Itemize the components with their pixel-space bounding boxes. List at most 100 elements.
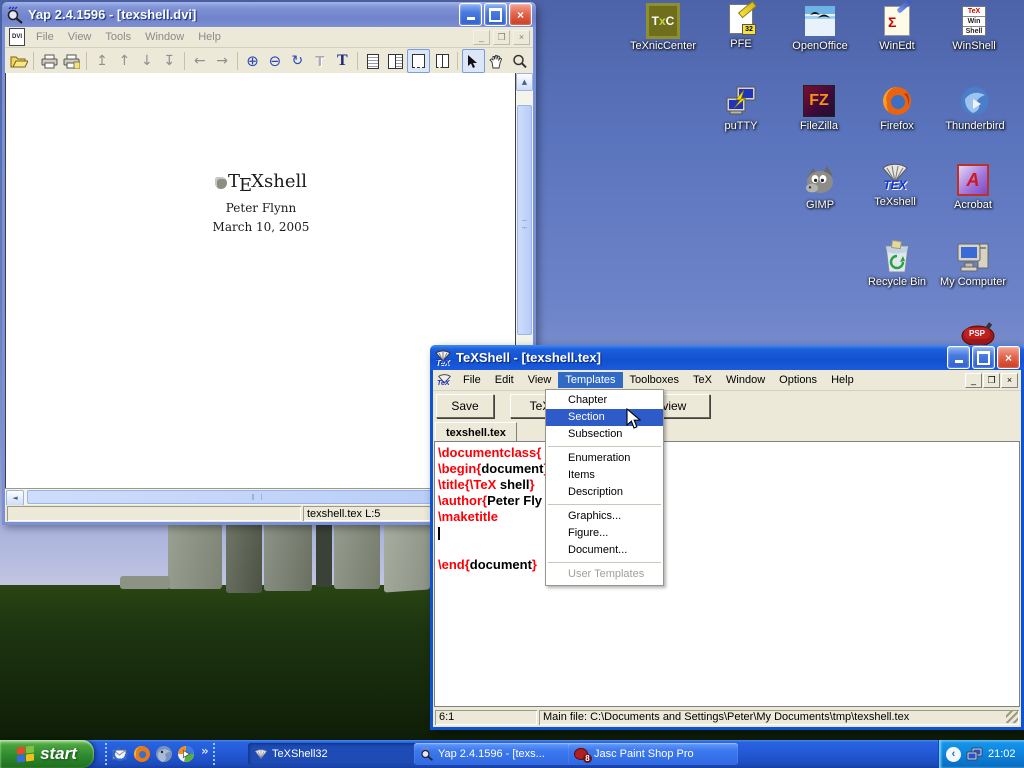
quick-launch-chevron[interactable]: » (201, 744, 209, 758)
quick-launch-media-player-icon[interactable] (176, 744, 196, 764)
yap-menu-window[interactable]: Window (138, 29, 191, 45)
desktop-icon-texniccenter[interactable]: TxC TeXnicCenter (624, 4, 702, 52)
quick-launch-firefox-icon[interactable] (132, 744, 152, 764)
texshell-menu-toolboxes[interactable]: Toolboxes (623, 372, 687, 388)
texshell-menu-help[interactable]: Help (824, 372, 861, 388)
scroll-up-arrow[interactable]: ▲ (516, 73, 533, 91)
taskbar-button-yap[interactable]: Yap 2.4.1596 - [texs... (414, 743, 576, 765)
templates-menu-item-user-templates[interactable]: User Templates (546, 566, 663, 583)
next-page-icon[interactable]: ↓ (136, 50, 157, 72)
texshell-close-button[interactable]: × (997, 346, 1020, 369)
desktop-icon-my-computer[interactable]: My Computer (934, 240, 1012, 288)
taskbar-button-jasc-paint-shop-pro[interactable]: 8 Jasc Paint Shop Pro (568, 743, 738, 765)
magnifier-tool-icon[interactable] (509, 50, 530, 72)
taskbar-button-texshell32[interactable]: TeXShell32 (248, 743, 422, 765)
templates-menu-item-document[interactable]: Document... (546, 542, 663, 559)
texshell-minimize-button[interactable] (947, 346, 970, 369)
templates-menu-item-subsection[interactable]: Subsection (546, 426, 663, 443)
texshell-maximize-button[interactable] (972, 346, 995, 369)
yap-mdi-close-button[interactable]: × (513, 30, 530, 45)
yap-minimize-button[interactable] (459, 3, 482, 26)
zoom-out-icon[interactable]: ⊖ (264, 50, 285, 72)
templates-menu-item-enumeration[interactable]: Enumeration (546, 450, 663, 467)
last-page-icon[interactable]: ↧ (159, 50, 180, 72)
desktop-icon-psp-partial[interactable]: PSP (960, 322, 1000, 346)
texshell-menu-templates[interactable]: Templates (558, 372, 622, 388)
desktop-icon-winedt[interactable]: Σ WinEdt (858, 4, 936, 52)
print-icon[interactable] (38, 50, 59, 72)
resize-grip[interactable] (1006, 711, 1018, 723)
templates-menu-item-description[interactable]: Description (546, 484, 663, 501)
yap-hscroll-thumb[interactable] (27, 490, 477, 504)
texshell-menu-tex[interactable]: TeX (686, 372, 719, 388)
templates-menu-item-items[interactable]: Items (546, 467, 663, 484)
templates-menu-item-chapter[interactable]: Chapter (546, 392, 663, 409)
single-page-view-icon[interactable] (362, 50, 383, 72)
texshell-toolbar: Save TeX Preview (433, 391, 1021, 421)
desktop-icon-filezilla[interactable]: FZ FileZilla (780, 84, 858, 132)
yap-titlebar[interactable]: Yap 2.4.1596 - [texshell.dvi] × (2, 2, 536, 27)
texshell-window-title: TeXShell - [texshell.tex] (456, 350, 947, 365)
texshell-menu-window[interactable]: Window (719, 372, 772, 388)
editor-area[interactable]: \documentclass{\begin{document}\title{\T… (434, 441, 1020, 707)
yap-close-button[interactable]: × (509, 3, 532, 26)
text-mode-icon[interactable]: T (332, 50, 353, 72)
yap-maximize-button[interactable] (484, 3, 507, 26)
desktop-icon-texshell[interactable]: TEX TeXshell (856, 160, 934, 208)
network-status-icon[interactable] (966, 747, 983, 762)
continuous-facing-view-icon[interactable] (431, 50, 452, 72)
yap-menu-tools[interactable]: Tools (98, 29, 138, 45)
yap-mdi-restore-button[interactable]: ❐ (493, 30, 510, 45)
pointer-tool-icon[interactable] (462, 49, 485, 73)
start-button[interactable]: start (0, 740, 94, 768)
pfe-icon: 32 (724, 2, 758, 36)
save-button[interactable]: Save (436, 394, 494, 418)
texshell-menu-options[interactable]: Options (772, 372, 824, 388)
yap-mdi-minimize-button[interactable]: _ (473, 30, 490, 45)
yap-menu-view[interactable]: View (61, 29, 99, 45)
texshell-menu-view[interactable]: View (521, 372, 559, 388)
hand-tool-icon[interactable] (486, 50, 507, 72)
desktop-icon-firefox[interactable]: Firefox (858, 84, 936, 132)
texshell-titlebar[interactable]: TeX TeXShell - [texshell.tex] × (430, 345, 1024, 370)
back-icon[interactable]: ← (189, 50, 210, 72)
quick-launch-outlook-express-icon[interactable] (110, 744, 130, 764)
yap-menu-help[interactable]: Help (191, 29, 228, 45)
texshell-menu-file[interactable]: File (456, 372, 488, 388)
texshell-mdi-doc-icon[interactable]: TeX (437, 373, 452, 388)
scroll-left-arrow[interactable]: ◄ (6, 490, 24, 506)
desktop-icon-acrobat[interactable]: A Acrobat (934, 163, 1012, 211)
desktop-icon-thunderbird[interactable]: Thunderbird (936, 84, 1014, 132)
texshell-mdi-close-button[interactable]: × (1001, 373, 1018, 388)
open-file-icon[interactable] (8, 50, 29, 72)
quick-launch-handle[interactable] (105, 743, 107, 765)
refresh-icon[interactable]: ↻ (287, 50, 308, 72)
previous-page-icon[interactable]: ↑ (114, 50, 135, 72)
continuous-view-icon[interactable] (407, 49, 430, 73)
text-mode-outline-icon[interactable]: T (309, 50, 330, 72)
desktop-icon-openoffice[interactable]: OpenOffice (781, 4, 859, 52)
templates-menu-item-section[interactable]: Section (546, 409, 663, 426)
desktop-icon-gimp[interactable]: GIMP (781, 163, 859, 211)
quick-launch-mozilla-icon[interactable] (154, 744, 174, 764)
forward-icon[interactable]: → (211, 50, 232, 72)
yap-vscroll-thumb[interactable] (517, 105, 532, 335)
first-page-icon[interactable]: ↥ (91, 50, 112, 72)
texshell-mdi-restore-button[interactable]: ❐ (983, 373, 1000, 388)
templates-menu-item-figure[interactable]: Figure... (546, 525, 663, 542)
yap-window-title: Yap 2.4.1596 - [texshell.dvi] (28, 7, 459, 22)
texshell-mdi-minimize-button[interactable]: _ (965, 373, 982, 388)
tab-texshell-tex[interactable]: texshell.tex (435, 422, 517, 443)
desktop-icon-winshell[interactable]: TeX Win Shell WinShell (935, 4, 1013, 52)
templates-menu-item-graphics[interactable]: Graphics... (546, 508, 663, 525)
print-page-icon[interactable] (61, 50, 82, 72)
desktop-icon-recycle-bin[interactable]: Recycle Bin (858, 240, 936, 288)
yap-menu-file[interactable]: File (29, 29, 61, 45)
facing-page-view-icon[interactable] (384, 50, 405, 72)
desktop-icon-putty[interactable]: puTTY (702, 84, 780, 132)
yap-dvi-doc-icon[interactable]: DVI (9, 28, 25, 46)
desktop-icon-pfe[interactable]: 32 PFE (702, 2, 780, 50)
tray-collapse-icon[interactable]: ‹ (946, 747, 961, 762)
zoom-in-icon[interactable]: ⊕ (242, 50, 263, 72)
texshell-menu-edit[interactable]: Edit (488, 372, 521, 388)
